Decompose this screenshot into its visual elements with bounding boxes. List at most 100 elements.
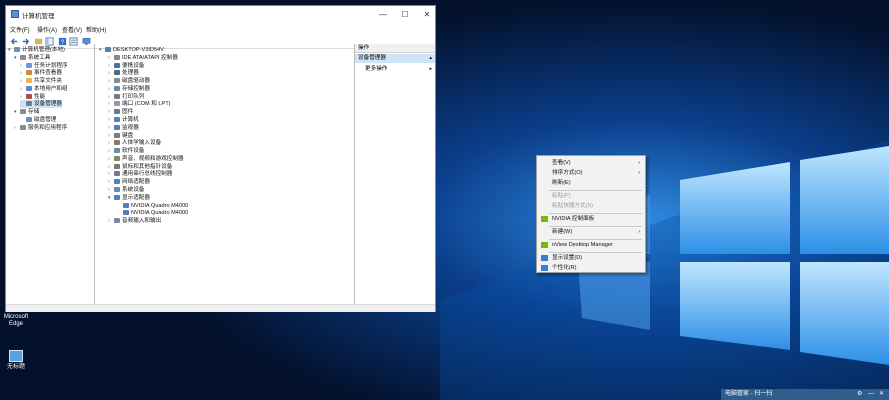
device-tree: ▾ DESKTOP-V3ID54V › IDE ATA/ATAPI 控制器 › 便携设备 ›…: [95, 44, 355, 304]
device-tree-item[interactable]: › 音频输入和输出: [108, 217, 161, 225]
tree-item-icon: [114, 78, 120, 84]
title-bar[interactable]: 计算机管理 — ☐ ✕: [6, 6, 435, 23]
chevron-right-icon: ›: [638, 170, 640, 176]
tree-item-icon: [26, 70, 32, 76]
tree-item-icon: [114, 70, 120, 76]
actions-section-device-manager[interactable]: 设备管理器 ▴: [355, 54, 435, 63]
tree-item-label: 系统设备: [122, 187, 145, 194]
context-menu-item[interactable]: 查看(V) ›: [538, 158, 644, 168]
context-menu-label: NVIDIA 控制面板: [552, 216, 595, 222]
tree-item-label: 鼠标和其他指针设备: [122, 163, 173, 170]
tree-item-label: 磁盘管理: [34, 117, 57, 124]
settings-icon[interactable]: ⚙: [857, 389, 862, 400]
minimize-button[interactable]: —: [372, 6, 394, 23]
context-menu-label: nView Desktop Manager: [552, 242, 613, 248]
tree-item-label: 打印队列: [122, 93, 145, 100]
chevron-right-icon: ▸: [429, 66, 432, 72]
tree-item-label: 显示适配器: [122, 194, 150, 201]
nav-tree-item[interactable]: › 服务和应用程序: [14, 124, 67, 132]
context-menu-item: 粘贴快捷方式(S): [538, 201, 644, 211]
menu-view[interactable]: 查看(V): [62, 25, 82, 34]
tree-item-label: 键盘: [122, 132, 134, 139]
context-menu-item: 粘贴(P): [538, 191, 644, 201]
maximize-button[interactable]: ☐: [394, 6, 416, 23]
tree-item-icon: [26, 117, 32, 123]
notification-bar[interactable]: 电脑管家 - 扫一扫 ⚙ — ✕: [721, 389, 889, 400]
context-menu-item[interactable]: 刷新(E): [538, 178, 644, 188]
tree-item-label: 固件: [122, 109, 134, 116]
computer-management-icon: [11, 10, 19, 18]
tree-item-icon: [114, 148, 120, 154]
tree-item-label: NVIDIA Quadro M4000: [131, 202, 189, 209]
navigation-tree: ▾ 计算机管理(本地) ▾ 系统工具 › 任务计划程序 › 事件查看器 › 共享文件夹 › 本地用户和…: [7, 44, 95, 304]
desktop-icon-label: Microsoft Edge: [3, 314, 29, 327]
tree-item-icon: [114, 117, 120, 123]
tree-item-label: 处理器: [122, 70, 139, 77]
computer-management-window: 计算机管理 — ☐ ✕ 文件(F) 操作(A) 查看(V) 帮助(H) ? ▾ 计…: [5, 5, 436, 312]
tree-item-icon: [26, 62, 32, 68]
window-title: 计算机管理: [22, 13, 55, 20]
tree-item-label: 任务计划程序: [34, 62, 68, 69]
status-bar: [6, 304, 435, 312]
tree-item-icon: [26, 85, 32, 91]
tree-item-label: 端口 (COM 和 LPT): [122, 101, 171, 108]
tree-item-icon: [20, 54, 26, 60]
context-menu-item[interactable]: 新建(W) ›: [538, 227, 644, 237]
tree-item-icon: [114, 218, 120, 224]
tree-item-label: 通用串行总线控制器: [122, 171, 173, 178]
tree-item-icon: [114, 171, 120, 177]
tree-item-label: 共享文件夹: [34, 78, 62, 85]
tree-item-label: 网络适配器: [122, 179, 150, 186]
tree-item-icon: [105, 47, 111, 53]
monitor-icon: [9, 350, 23, 362]
nvidia-icon: [541, 242, 548, 248]
tree-item-label: 便携设备: [122, 62, 145, 69]
tree-item-label: 人体学输入设备: [122, 140, 162, 147]
tree-item-label: 本地用户和组: [34, 85, 68, 92]
tree-item-icon: [114, 194, 120, 200]
context-menu-label: 粘贴快捷方式(S): [552, 203, 594, 209]
menu-help[interactable]: 帮助(H): [86, 25, 106, 34]
actions-title: 操作: [355, 44, 435, 53]
tree-item-icon: [114, 132, 120, 138]
context-menu-label: 排序方式(O): [552, 170, 583, 176]
tree-item-label: 软件设备: [122, 148, 145, 155]
tree-item-label: 计算机: [122, 117, 139, 124]
nvidia-icon: [541, 216, 548, 222]
context-menu-label: 新建(W): [552, 229, 573, 235]
tree-item-label: 计算机管理(本地): [22, 47, 65, 53]
tree-item-icon: [114, 109, 120, 115]
context-menu-item[interactable]: nView Desktop Manager: [538, 240, 644, 250]
tree-item-label: 磁盘驱动器: [122, 78, 150, 85]
notification-text: 电脑管家 - 扫一扫: [725, 391, 773, 397]
chevron-right-icon: ›: [638, 160, 640, 166]
desktop-icon-untitled[interactable]: 无标题: [1, 350, 31, 371]
tree-item-icon: [20, 109, 26, 115]
desktop-icon-label: 无标题: [6, 364, 25, 370]
tree-item-icon: [123, 210, 129, 216]
minimize-notification-button[interactable]: —: [868, 389, 874, 400]
close-button[interactable]: ✕: [416, 6, 438, 23]
more-actions-link[interactable]: 更多操作 ▸: [365, 65, 435, 74]
tree-item-label: 服务和应用程序: [28, 124, 68, 131]
tree-item-icon: [114, 85, 120, 91]
context-menu-item[interactable]: 排序方式(O) ›: [538, 168, 644, 178]
context-menu-item[interactable]: 显示设置(D): [538, 253, 644, 263]
context-menu-item[interactable]: 个性化(R): [538, 263, 644, 273]
menu-action[interactable]: 操作(A): [37, 25, 57, 34]
tree-item-label: 性能: [34, 93, 46, 100]
tree-item-icon: [114, 101, 120, 107]
menu-file[interactable]: 文件(F): [10, 25, 30, 34]
more-actions-label: 更多操作: [365, 66, 388, 72]
tree-item-icon: [114, 179, 120, 185]
tree-item-icon: [114, 54, 120, 60]
context-menu-item[interactable]: NVIDIA 控制面板: [538, 214, 644, 224]
chevron-right-icon: ›: [638, 229, 640, 235]
close-notification-button[interactable]: ✕: [879, 389, 884, 400]
tree-item-icon: [20, 124, 26, 130]
display-icon: [541, 255, 548, 261]
personalize-icon: [541, 265, 548, 271]
tree-item-icon: [14, 47, 20, 53]
tree-item-icon: [114, 163, 120, 169]
tree-item-label: 系统工具: [28, 54, 51, 61]
